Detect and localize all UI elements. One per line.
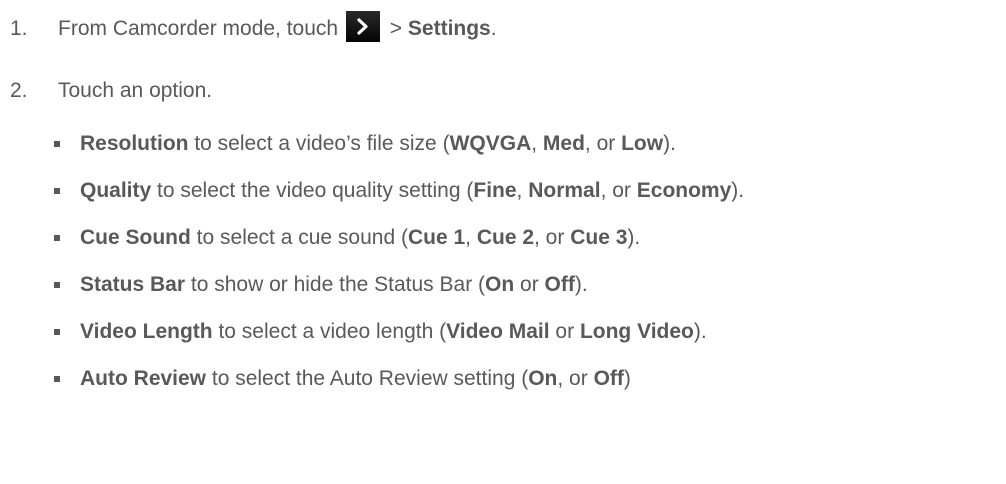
text-run: ). <box>627 226 641 249</box>
bold-term: Fine <box>473 179 517 202</box>
bullet-icon <box>54 235 60 241</box>
bold-term: Med <box>542 132 585 155</box>
text-run: , or <box>534 226 571 249</box>
list-item: Resolution to select a video’s file size… <box>0 129 1006 159</box>
option-text: Quality to select the video quality sett… <box>80 176 744 206</box>
text-run: , <box>465 226 477 249</box>
text-run: to select the Auto Review setting ( <box>206 367 529 390</box>
bold-term: Quality <box>80 179 152 202</box>
option-text: Video Length to select a video length (V… <box>80 317 707 347</box>
text-run: or <box>549 320 580 343</box>
text-run: ) <box>623 367 631 390</box>
bullet-icon <box>54 282 60 288</box>
bullet-icon <box>54 188 60 194</box>
bold-term: Resolution <box>80 132 189 155</box>
text-run: , <box>516 179 529 202</box>
option-text: Status Bar to show or hide the Status Ba… <box>80 270 588 300</box>
option-text: Auto Review to select the Auto Review se… <box>80 364 631 394</box>
list-item: Status Bar to show or hide the Status Ba… <box>0 270 1006 300</box>
step-number: 2. <box>10 79 28 102</box>
text-run: or <box>514 273 545 296</box>
text-run: , or <box>557 367 594 390</box>
bold-term: Long Video <box>579 320 694 343</box>
step-end: . <box>490 17 497 40</box>
text-run: to select a cue sound ( <box>190 226 408 249</box>
bullet-icon <box>54 141 60 147</box>
bold-term: Off <box>544 273 575 296</box>
text-run: ). <box>663 132 676 155</box>
chevron-right-icon <box>345 11 380 42</box>
option-text: Resolution to select a video’s file size… <box>80 129 676 159</box>
bold-term: Cue 2 <box>476 226 535 249</box>
text-run: , <box>531 132 543 155</box>
list-item: Auto Review to select the Auto Review se… <box>0 364 1006 394</box>
bullet-icon <box>54 376 60 382</box>
instructions-document: 1. From Camcorder mode, touch > Settings.… <box>0 0 1006 484</box>
bold-term: Low <box>621 132 664 155</box>
bold-term: Video Length <box>80 320 213 343</box>
list-item: Quality to select the video quality sett… <box>0 176 1006 206</box>
text-run: , or <box>600 179 637 202</box>
step-text: From Camcorder mode, touch <box>58 17 339 40</box>
step-text: Touch an option. <box>58 79 213 102</box>
bold-term: Cue 1 <box>407 226 466 249</box>
bold-term: Auto Review <box>80 367 207 390</box>
settings-label: Settings <box>407 17 491 40</box>
text-run: to show or hide the Status Bar ( <box>185 273 486 296</box>
bold-term: WQVGA <box>449 132 532 155</box>
bold-term: Status Bar <box>80 273 186 296</box>
step-2: 2. Touch an option. <box>10 76 212 106</box>
text-run: to select the video quality setting ( <box>151 179 474 202</box>
bold-term: Economy <box>636 179 732 202</box>
bold-term: On <box>485 273 515 296</box>
step-1: 1. From Camcorder mode, touch > Settings. <box>10 11 497 44</box>
bold-term: On <box>528 367 558 390</box>
step-separator: > <box>383 17 408 40</box>
bullet-icon <box>54 329 60 335</box>
bold-term: Cue Sound <box>80 226 191 249</box>
bold-term: Normal <box>528 179 601 202</box>
bold-term: Off <box>593 367 624 390</box>
text-run: ). <box>693 320 707 343</box>
list-item: Cue Sound to select a cue sound (Cue 1 , … <box>0 223 1006 253</box>
bold-term: Video Mail <box>446 320 550 343</box>
list-item: Video Length to select a video length (V… <box>0 317 1006 347</box>
text-run: ). <box>731 179 745 202</box>
text-run: ). <box>574 273 588 296</box>
text-run: to select a video’s file size ( <box>188 132 450 155</box>
text-run: to select a video length ( <box>212 320 447 343</box>
step-number: 1. <box>10 17 28 40</box>
text-run: , or <box>584 132 622 155</box>
bold-term: Cue 3 <box>570 226 628 249</box>
option-text: Cue Sound to select a cue sound (Cue 1 , … <box>80 223 640 253</box>
